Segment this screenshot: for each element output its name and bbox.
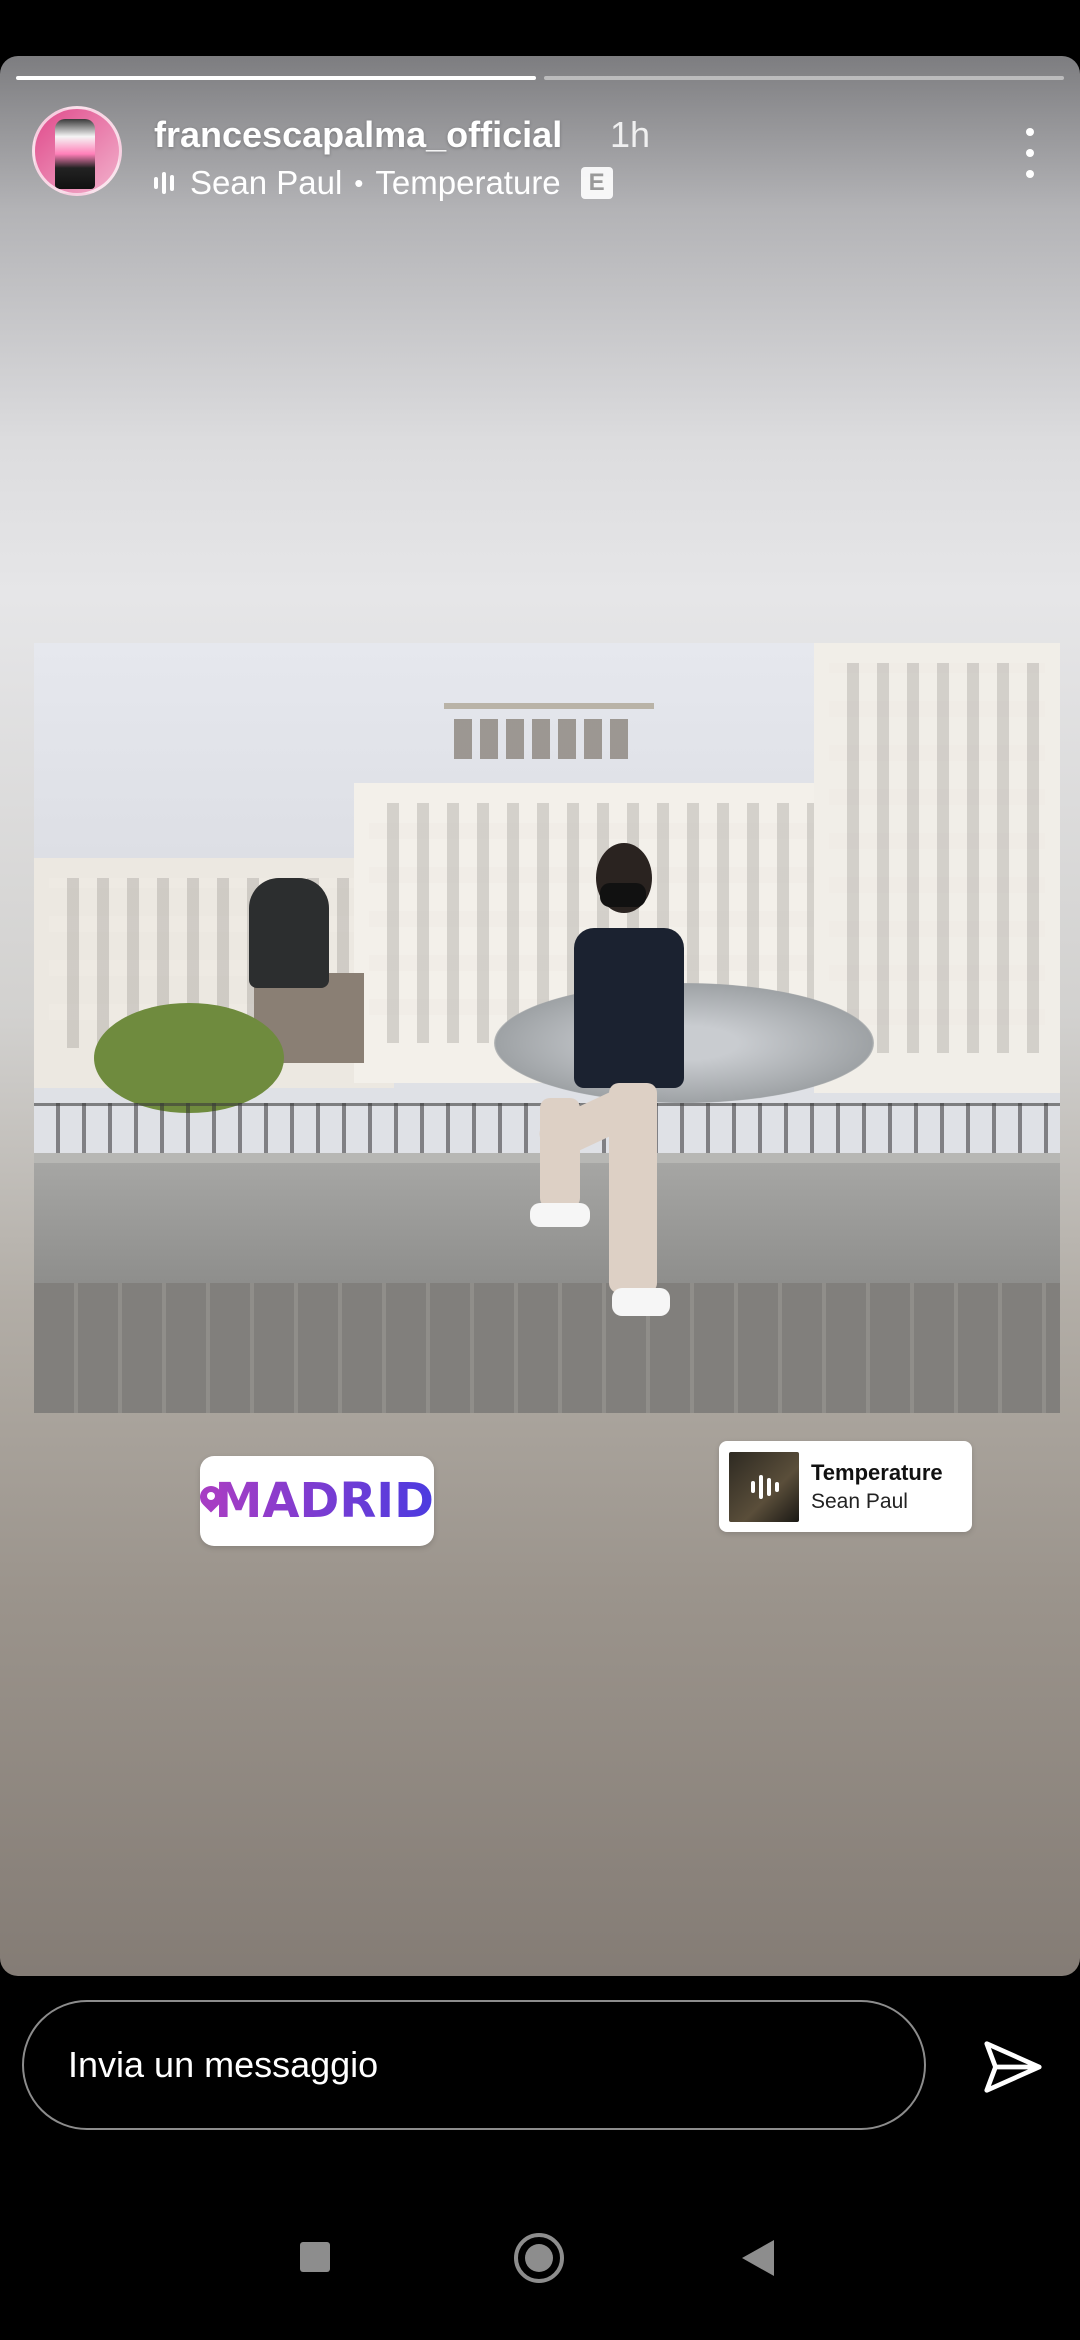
system-nav-bar: [0, 2200, 1080, 2340]
music-sticker-artist: Sean Paul: [811, 1489, 908, 1513]
location-label: MADRID: [214, 1473, 434, 1529]
story-photo: [34, 643, 1060, 1413]
avatar-photo: [55, 119, 95, 189]
photo-rooftop-sign: [444, 703, 654, 793]
reply-bar: Invia un messaggio: [0, 1976, 1080, 2186]
progress-segment-1: [16, 76, 536, 80]
audio-bars-icon: [751, 1474, 779, 1500]
photo-person: [530, 843, 714, 1343]
home-icon[interactable]: [514, 2233, 564, 2283]
post-time: 1h: [610, 114, 651, 155]
story-progress: [16, 76, 1064, 81]
status-bar: [0, 0, 1080, 56]
story-card[interactable]: francescapalma_official 1h Sean Paul • T…: [0, 56, 1080, 1976]
music-artist: Sean Paul: [190, 164, 343, 201]
more-vert-icon[interactable]: [1020, 128, 1040, 178]
photo-equestrian-statue: [249, 878, 329, 988]
username[interactable]: francescapalma_official: [154, 114, 562, 156]
explicit-badge: E: [580, 167, 613, 199]
message-input[interactable]: Invia un messaggio: [22, 2000, 926, 2130]
story-header: francescapalma_official 1h Sean Paul • T…: [32, 106, 1048, 206]
avatar[interactable]: [32, 106, 122, 196]
music-sticker[interactable]: Temperature Sean Paul: [719, 1441, 972, 1532]
music-track: Temperature: [375, 164, 561, 201]
music-separator: •: [354, 167, 364, 198]
back-icon[interactable]: [742, 2240, 774, 2276]
album-art: [729, 1451, 799, 1522]
recents-icon[interactable]: [300, 2242, 330, 2272]
music-sticker-text: Temperature Sean Paul: [811, 1460, 943, 1514]
progress-segment-2: [544, 76, 1064, 80]
send-icon[interactable]: [978, 2032, 1048, 2102]
music-sticker-title: Temperature: [811, 1459, 943, 1485]
audio-bars-icon: [154, 170, 180, 196]
location-pin-icon: [200, 1486, 214, 1516]
progress-fill-1: [16, 76, 536, 80]
photo-shrub: [94, 1003, 284, 1113]
music-attribution[interactable]: Sean Paul • Temperature E: [154, 164, 613, 202]
location-sticker[interactable]: MADRID: [200, 1456, 434, 1546]
